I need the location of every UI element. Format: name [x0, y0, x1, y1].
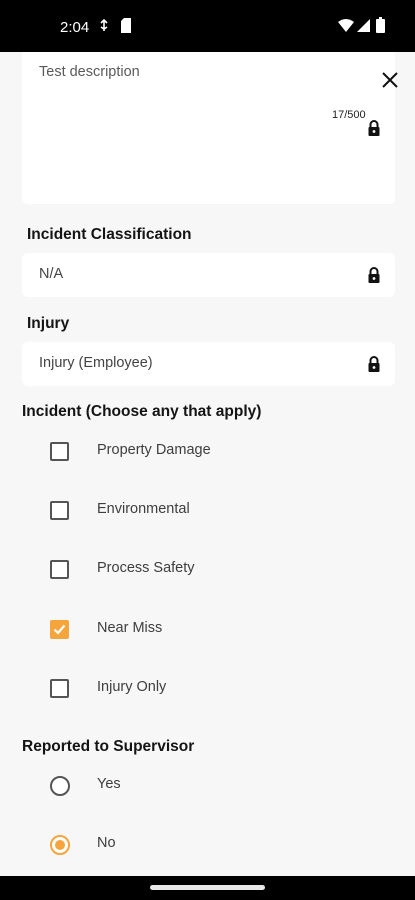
- checkbox-near-miss[interactable]: Near Miss: [0, 610, 415, 650]
- radio-button-selected[interactable]: [50, 835, 70, 855]
- checkbox-injury-only[interactable]: Injury Only: [0, 669, 415, 709]
- wifi-icon: [338, 19, 354, 32]
- lock-icon: [368, 120, 380, 136]
- injury-value: Injury (Employee): [39, 355, 153, 371]
- incident-classification-field: N/A: [22, 253, 395, 297]
- status-bar: 2:04: [0, 0, 415, 52]
- checkbox-label: Process Safety: [97, 560, 195, 576]
- sim-card-icon: [121, 18, 131, 33]
- checkbox-label: Property Damage: [97, 442, 211, 458]
- home-indicator[interactable]: [150, 885, 265, 890]
- radio-yes[interactable]: Yes: [0, 766, 415, 806]
- navigation-bar: [0, 876, 415, 900]
- checkbox-label: Environmental: [97, 501, 190, 517]
- checkbox-label: Near Miss: [97, 620, 163, 636]
- close-icon[interactable]: [376, 66, 404, 94]
- battery-icon: [376, 17, 385, 33]
- checkbox-checked[interactable]: [50, 620, 69, 639]
- usb-debug-icon: [100, 19, 108, 31]
- radio-button[interactable]: [50, 776, 70, 796]
- incident-classification-label: Incident Classification: [27, 226, 192, 243]
- reported-to-supervisor-label: Reported to Supervisor: [22, 738, 195, 755]
- checkbox-process-safety[interactable]: Process Safety: [0, 550, 415, 590]
- radio-label: No: [97, 835, 116, 851]
- description-value: Test description: [39, 64, 140, 80]
- injury-field: Injury (Employee): [22, 342, 395, 386]
- checkbox[interactable]: [50, 679, 69, 698]
- radio-label: Yes: [97, 776, 121, 792]
- character-count: 17/500: [332, 109, 366, 121]
- checkbox-environmental[interactable]: Environmental: [0, 491, 415, 531]
- incident-types-label: Incident (Choose any that apply): [22, 403, 262, 420]
- incident-classification-value: N/A: [39, 266, 64, 282]
- checkbox[interactable]: [50, 442, 69, 461]
- checkbox[interactable]: [50, 560, 69, 579]
- lock-icon: [368, 267, 380, 283]
- signal-icon: [357, 19, 370, 32]
- status-time: 2:04: [60, 19, 90, 36]
- injury-label: Injury: [27, 315, 70, 332]
- checkbox-label: Injury Only: [97, 679, 167, 695]
- description-field[interactable]: Test description 17/500: [22, 52, 395, 204]
- incident-form[interactable]: Test description 17/500 Incident Classif…: [0, 52, 415, 876]
- radio-no[interactable]: No: [0, 825, 415, 865]
- checkmark-icon: [53, 624, 66, 635]
- checkbox-property-damage[interactable]: Property Damage: [0, 432, 415, 472]
- checkbox[interactable]: [50, 501, 69, 520]
- lock-icon: [368, 356, 380, 372]
